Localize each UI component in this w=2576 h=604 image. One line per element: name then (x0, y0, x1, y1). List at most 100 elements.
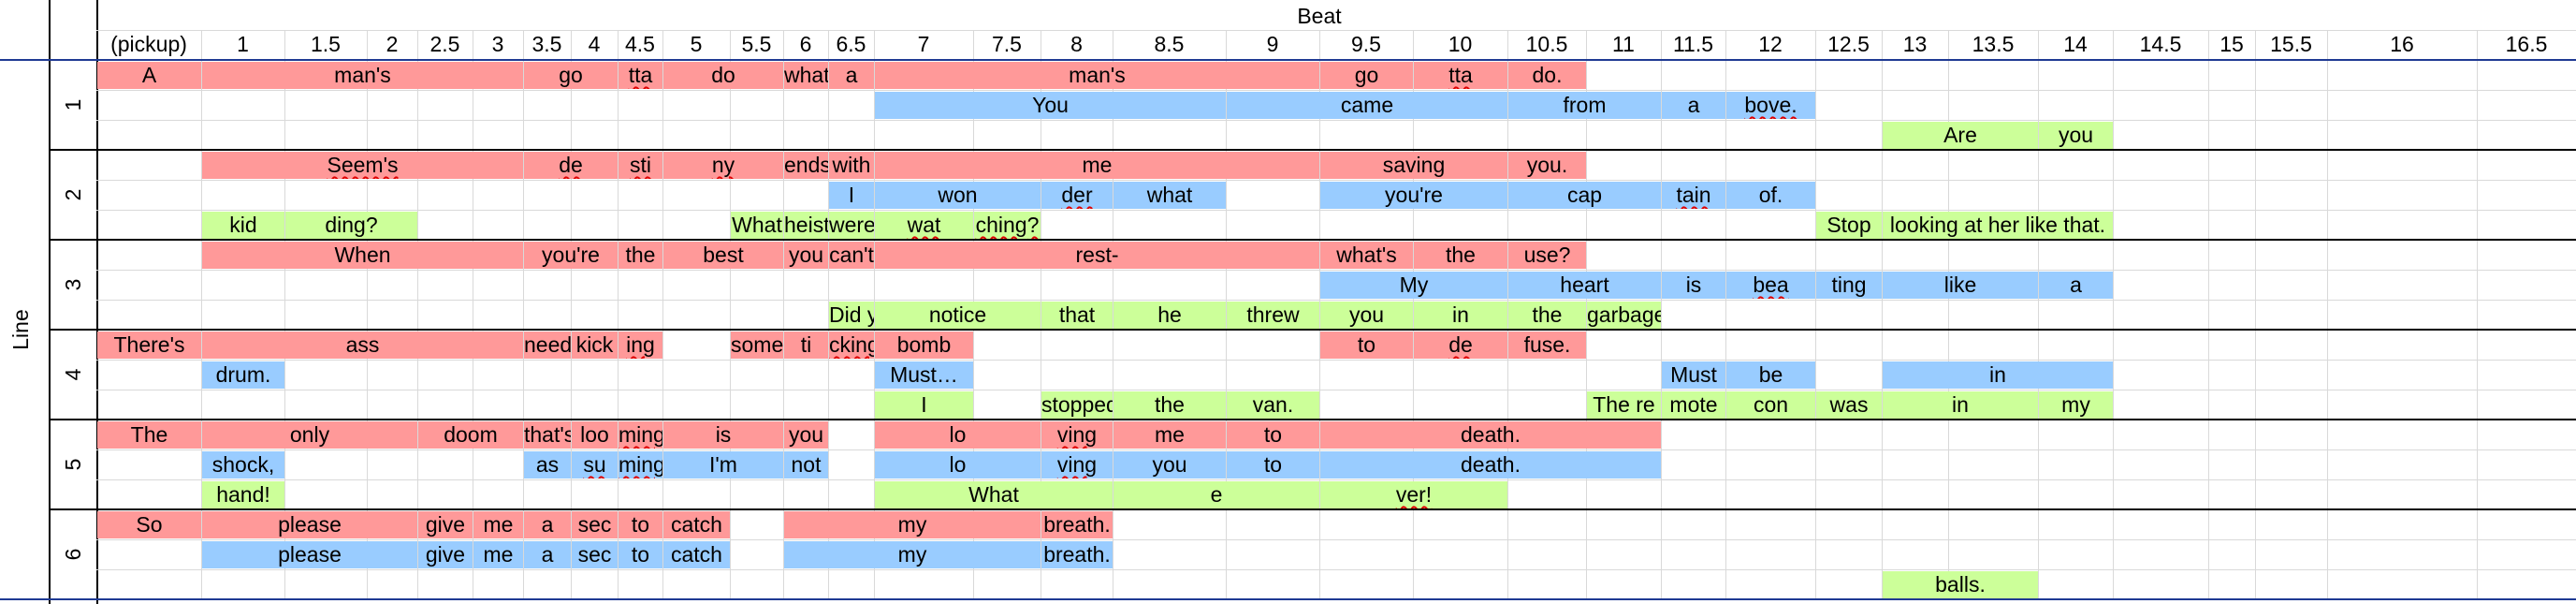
lyric-cell[interactable]: ming (619, 451, 662, 479)
lyric-cell[interactable]: looking at her like that. (1883, 212, 2113, 239)
lyric-cell[interactable]: with (829, 152, 874, 179)
beat-label[interactable]: 9.5 (1319, 30, 1413, 58)
lyric-cell[interactable]: tta (619, 62, 662, 89)
lyric-cell[interactable]: bomb (875, 331, 973, 359)
beat-label[interactable]: 15.5 (2255, 30, 2327, 58)
lyric-cell[interactable]: There's (97, 331, 201, 359)
lyric-cell[interactable]: ting (1816, 272, 1882, 299)
lyric-cell[interactable]: Seem's (202, 152, 523, 179)
lyric-cell[interactable]: catch (663, 541, 730, 568)
lyric-cell[interactable]: breath. (1041, 541, 1113, 568)
lyric-cell[interactable]: con (1726, 391, 1815, 419)
lyric-cell[interactable]: A (97, 62, 201, 89)
beat-label[interactable]: 10.5 (1507, 30, 1586, 58)
lyric-cell[interactable]: what (1113, 182, 1226, 209)
lyric-cell[interactable]: was (1816, 391, 1882, 419)
lyric-cell[interactable]: ass (202, 331, 523, 359)
lyric-cell[interactable]: kick (572, 331, 618, 359)
lyric-cell[interactable]: notice (875, 302, 1041, 329)
lyric-cell[interactable]: stopped (1041, 391, 1113, 419)
lyric-cell[interactable]: bove. (1726, 92, 1815, 119)
lyric-cell[interactable]: shock, (202, 451, 284, 479)
beat-label[interactable]: 1 (201, 30, 284, 58)
lyric-cell[interactable]: lo (875, 451, 1041, 479)
beat-label[interactable]: 7.5 (973, 30, 1041, 58)
beat-label[interactable]: 2.5 (417, 30, 473, 58)
beat-label[interactable]: 10 (1413, 30, 1507, 58)
lyric-cell[interactable]: de (524, 152, 618, 179)
lyric-cell[interactable]: You (875, 92, 1226, 119)
lyric-cell[interactable]: needs (524, 331, 571, 359)
lyric-cell[interactable]: ing (619, 331, 662, 359)
lyric-cell[interactable]: what (784, 62, 828, 89)
lyric-cell[interactable]: won (875, 182, 1041, 209)
lyric-cell[interactable]: loo (572, 421, 618, 449)
lyric-cell[interactable]: give (418, 541, 473, 568)
line-number[interactable]: 4 (61, 356, 85, 393)
lyric-cell[interactable]: to (619, 511, 662, 538)
lyric-cell[interactable]: me (473, 511, 523, 538)
lyric-cell[interactable]: you. (1508, 152, 1586, 179)
lyric-cell[interactable]: my (784, 541, 1041, 568)
lyric-cell[interactable]: van. (1227, 391, 1319, 419)
lyric-cell[interactable]: can't (829, 242, 874, 269)
beat-label[interactable]: 16.5 (2477, 30, 2576, 58)
lyric-cell[interactable]: only (202, 421, 417, 449)
beat-label[interactable]: 7 (874, 30, 973, 58)
beat-label[interactable]: 5.5 (730, 30, 783, 58)
lyric-cell[interactable]: threw (1227, 302, 1319, 329)
lyric-cell[interactable]: use? (1508, 242, 1586, 269)
lyric-cell[interactable]: ming (619, 421, 662, 449)
lyric-cell[interactable]: to (1227, 421, 1319, 449)
lyric-cell[interactable]: mote (1662, 391, 1725, 419)
lyric-cell[interactable]: to (1320, 331, 1413, 359)
beat-label[interactable]: 13.5 (1948, 30, 2038, 58)
lyric-cell[interactable]: in (1883, 361, 2113, 389)
lyric-cell[interactable]: wat (875, 212, 973, 239)
lyric-cell[interactable]: you're (524, 242, 618, 269)
lyric-cell[interactable]: me (473, 541, 523, 568)
lyric-cell[interactable]: Must (1662, 361, 1725, 389)
lyric-cell[interactable]: death. (1320, 451, 1661, 479)
lyric-cell[interactable]: bea (1726, 272, 1815, 299)
lyric-cell[interactable]: e (1113, 481, 1319, 508)
lyric-cell[interactable]: not (784, 451, 828, 479)
lyric-cell[interactable]: the (1414, 242, 1507, 269)
lyric-cell[interactable]: The re (1587, 391, 1661, 419)
lyric-cell[interactable]: go (1320, 62, 1413, 89)
lyric-cell[interactable]: some (731, 331, 783, 359)
beat-label[interactable]: 2 (367, 30, 417, 58)
lyric-cell[interactable]: my (2039, 391, 2113, 419)
lyric-cell[interactable]: Are (1883, 122, 2038, 149)
lyric-cell[interactable]: best (663, 242, 783, 269)
beat-label[interactable]: 15 (2208, 30, 2255, 58)
lyric-cell[interactable]: I (875, 391, 973, 419)
lyric-cell[interactable]: What (731, 212, 783, 239)
lyric-cell[interactable]: fuse. (1508, 331, 1586, 359)
lyric-cell[interactable]: me (1113, 421, 1226, 449)
lyric-cell[interactable]: I'm (663, 451, 783, 479)
lyric-cell[interactable]: a (829, 62, 874, 89)
lyric-cell[interactable]: garbage? (1587, 302, 1661, 329)
beat-label[interactable]: 8 (1041, 30, 1113, 58)
lyric-cell[interactable]: you (2039, 122, 2113, 149)
beat-label[interactable]: 13 (1882, 30, 1948, 58)
lyric-cell[interactable]: So (97, 511, 201, 538)
lyric-cell[interactable]: tta (1414, 62, 1507, 89)
line-number[interactable]: 5 (61, 446, 85, 483)
lyric-cell[interactable]: my (784, 511, 1041, 538)
lyric-cell[interactable]: tain (1662, 182, 1725, 209)
lyric-cell[interactable]: from (1508, 92, 1661, 119)
beat-label[interactable]: 8.5 (1113, 30, 1226, 58)
beat-label[interactable]: 14.5 (2113, 30, 2208, 58)
lyric-cell[interactable]: do. (1508, 62, 1586, 89)
lyric-cell[interactable]: sec (572, 511, 618, 538)
lyric-cell[interactable]: balls. (1883, 571, 2038, 598)
beat-label[interactable]: 14 (2038, 30, 2113, 58)
beat-label[interactable]: 3.5 (523, 30, 571, 58)
beat-label[interactable]: 11 (1586, 30, 1661, 58)
lyric-cell[interactable]: drum. (202, 361, 284, 389)
lyric-cell[interactable]: the (619, 242, 662, 269)
lyric-cell[interactable]: in (1883, 391, 2038, 419)
lyric-cell[interactable]: I (829, 182, 874, 209)
